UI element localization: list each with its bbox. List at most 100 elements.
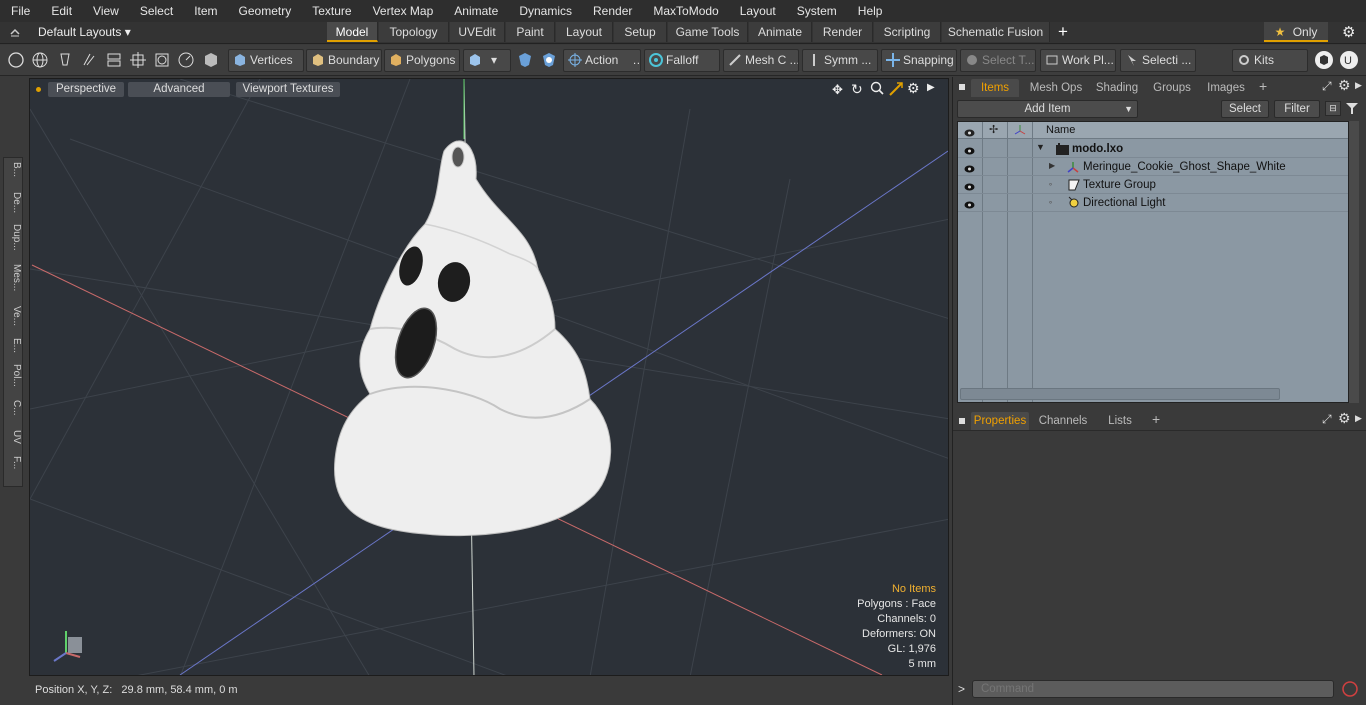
tab-channels[interactable]: Channels [1035, 412, 1091, 430]
boundary-button[interactable]: Boundary [306, 49, 382, 72]
tab-animate[interactable]: Animate [749, 22, 812, 42]
item-row-light[interactable]: ∘ Directional Light [958, 194, 1348, 212]
properties-gear-icon[interactable]: ⚙ [1338, 410, 1351, 427]
tab-scripting[interactable]: Scripting [874, 22, 941, 42]
menu-dynamics[interactable]: Dynamics [508, 0, 582, 22]
tab-curve[interactable]: C... [6, 400, 22, 416]
filter-button[interactable]: Filter [1274, 100, 1320, 118]
align-icon[interactable] [105, 51, 125, 71]
symmetry-button[interactable]: Symm ... [802, 49, 878, 72]
tab-layout[interactable]: Layout [556, 22, 613, 42]
viewport-settings-icon[interactable]: ⚙ [907, 80, 920, 97]
add-tab-icon[interactable]: + [1058, 22, 1068, 42]
panel-menu-icon[interactable] [959, 84, 965, 90]
tab-basic[interactable]: B... [6, 162, 22, 177]
viewport-dot-icon[interactable] [36, 87, 41, 92]
3d-viewport[interactable]: Perspective Advanced Viewport Textures ✥… [29, 78, 949, 676]
layout-selector[interactable]: Default Layouts ▾ [38, 22, 131, 42]
unity-icon[interactable] [1314, 50, 1334, 70]
shield-gear-icon[interactable] [540, 51, 560, 71]
panel-arrow-icon[interactable]: ▶ [1355, 80, 1362, 91]
tab-deform[interactable]: De... [6, 192, 22, 213]
add-properties-tab-icon[interactable]: + [1152, 411, 1160, 427]
tab-setup[interactable]: Setup [614, 22, 667, 42]
tab-groups[interactable]: Groups [1147, 79, 1197, 97]
tab-uvedit[interactable]: UVEdit [450, 22, 505, 42]
menu-geometry[interactable]: Geometry [228, 0, 302, 22]
viewport-expand-icon[interactable]: ▶ [927, 82, 935, 93]
properties-expand-icon[interactable]: ⤢ [1322, 412, 1332, 427]
menu-vertex-map[interactable]: Vertex Map [362, 0, 444, 22]
horizontal-scrollbar[interactable] [960, 388, 1280, 400]
frame-icon[interactable] [153, 51, 173, 71]
only-toggle[interactable]: ★ Only [1264, 22, 1328, 42]
menu-animate[interactable]: Animate [443, 0, 508, 22]
tab-paint[interactable]: Paint [506, 22, 555, 42]
command-input[interactable] [972, 680, 1334, 698]
select-through-button[interactable]: Select T... [960, 49, 1036, 72]
menu-select[interactable]: Select [129, 0, 183, 22]
item-mode-icon[interactable] [202, 51, 222, 71]
eye-icon[interactable] [964, 162, 975, 173]
action-button[interactable]: Action… [563, 49, 641, 72]
perspective-dropdown[interactable]: Perspective [48, 82, 124, 97]
menu-layout[interactable]: Layout [729, 0, 786, 22]
select-button[interactable]: Select [1221, 100, 1269, 118]
falloff-button[interactable]: Falloff [644, 49, 720, 72]
tab-polygon[interactable]: Pol... [6, 364, 22, 387]
item-row-texture-group[interactable]: ∘ Texture Group [958, 176, 1348, 194]
record-macro-icon[interactable] [1340, 679, 1360, 702]
tab-topology[interactable]: Topology [379, 22, 449, 42]
tab-shading[interactable]: Shading [1091, 79, 1143, 97]
shield-icon[interactable] [516, 51, 536, 71]
tab-mesh-edit[interactable]: Mes... [6, 264, 22, 291]
panel-gear-icon[interactable]: ⚙ [1338, 77, 1351, 94]
eye-icon[interactable] [964, 180, 975, 191]
add-panel-tab-icon[interactable]: + [1259, 78, 1267, 94]
item-row-mesh[interactable]: ▶ Meringue_Cookie_Ghost_Shape_White [958, 158, 1348, 176]
zoom-view-icon[interactable] [870, 81, 884, 98]
menu-view[interactable]: View [82, 0, 129, 22]
menu-texture[interactable]: Texture [301, 0, 361, 22]
tab-fusion[interactable]: F... [6, 456, 22, 469]
menu-render[interactable]: Render [582, 0, 642, 22]
tab-lists[interactable]: Lists [1097, 412, 1143, 430]
tab-uv[interactable]: UV [6, 430, 22, 444]
pen-icon[interactable] [56, 51, 76, 71]
polygons-button[interactable]: Polygons [384, 49, 460, 72]
menu-maxtomodo[interactable]: MaxToModo [642, 0, 728, 22]
tab-mesh-ops[interactable]: Mesh Ops [1025, 79, 1087, 97]
expand-arrow-icon[interactable]: ▼ [1036, 142, 1045, 152]
menu-help[interactable]: Help [847, 0, 893, 22]
snapping-button[interactable]: Snapping [881, 49, 957, 72]
eye-icon[interactable] [964, 144, 975, 155]
selection-sets-button[interactable]: Selecti ... [1120, 49, 1196, 72]
tab-properties[interactable]: Properties [971, 412, 1029, 430]
fit-view-icon[interactable] [889, 82, 903, 99]
properties-arrow-icon[interactable]: ▶ [1355, 413, 1362, 424]
gear-icon[interactable]: ⚙ [1342, 23, 1355, 41]
menu-item[interactable]: Item [183, 0, 227, 22]
panel-expand-icon[interactable]: ⤢ [1322, 79, 1332, 94]
tab-items[interactable]: Items [971, 79, 1019, 97]
center-icon[interactable] [129, 51, 149, 71]
work-plane-button[interactable]: Work Pl... [1040, 49, 1116, 72]
unreal-icon[interactable]: U [1339, 50, 1359, 70]
collapse-arrow-icon[interactable] [9, 26, 21, 38]
kits-button[interactable]: Kits [1232, 49, 1308, 72]
expand-arrow-icon[interactable]: ▶ [1049, 161, 1055, 170]
tab-game-tools[interactable]: Game Tools [668, 22, 748, 42]
globe-icon[interactable] [31, 51, 51, 71]
name-column-header[interactable]: Name [1046, 122, 1075, 139]
collapse-all-icon[interactable]: ⊟ [1325, 101, 1341, 116]
menu-file[interactable]: File [0, 0, 40, 22]
menu-system[interactable]: System [786, 0, 847, 22]
select-circle-icon[interactable] [7, 51, 27, 71]
tab-images[interactable]: Images [1201, 79, 1251, 97]
tab-render[interactable]: Render [813, 22, 873, 42]
viewport-textures-dropdown[interactable]: Viewport Textures [236, 82, 340, 97]
material-mode-button[interactable]: ▾ [463, 49, 511, 72]
tab-vertex[interactable]: Ve... [6, 306, 22, 326]
add-item-dropdown[interactable]: Add Item ▼ [957, 100, 1138, 118]
lasso-icon[interactable] [80, 51, 100, 71]
